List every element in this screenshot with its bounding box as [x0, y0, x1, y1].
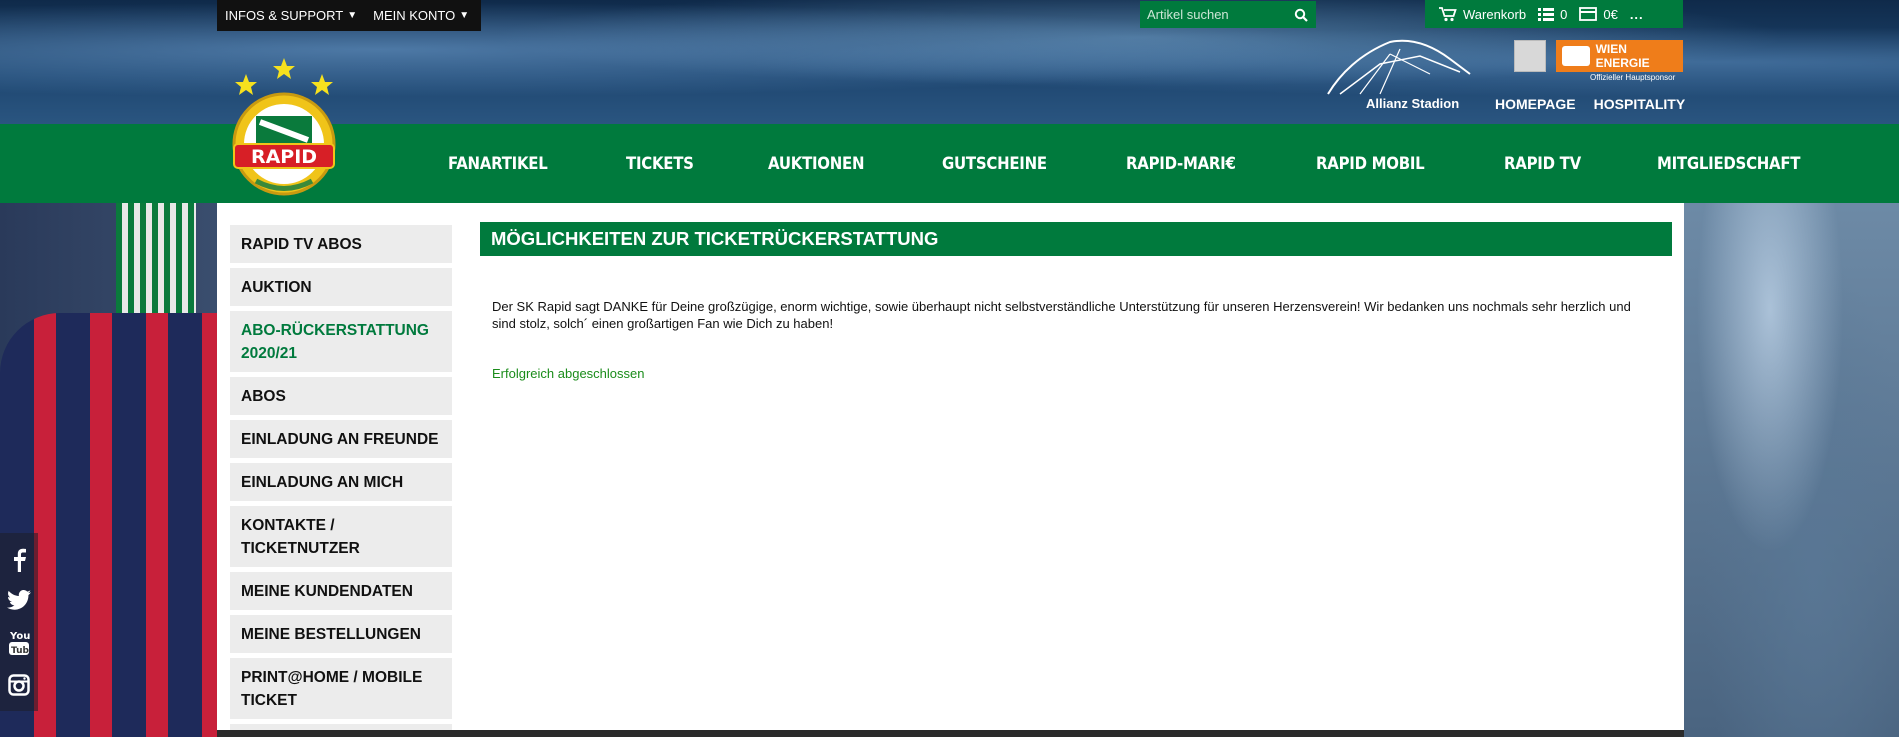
- sidebar-item-auktion[interactable]: AUKTION: [230, 268, 452, 306]
- search-input[interactable]: [1141, 2, 1285, 27]
- sidebar-item-abos[interactable]: ABOS: [230, 377, 452, 415]
- scarf-graphic: [116, 203, 196, 323]
- sponsor-icon[interactable]: [1514, 40, 1546, 72]
- cart-icon: [1439, 6, 1457, 21]
- nav-item-mitgliedschaft[interactable]: MITGLIEDSCHAFT: [1657, 154, 1801, 174]
- sidebar-item-bestellungen[interactable]: MEINE BESTELLUNGEN: [230, 615, 452, 653]
- main-panel: RAPID TV ABOS AUKTION ABO-RÜCKERSTATTUNG…: [217, 203, 1684, 737]
- search-button[interactable]: [1286, 1, 1316, 28]
- cart-items-count[interactable]: 0: [1532, 7, 1573, 22]
- facebook-icon[interactable]: [12, 548, 26, 572]
- mein-konto-menu[interactable]: MEIN KONTO ▼: [365, 0, 477, 31]
- svg-text:You: You: [9, 631, 30, 642]
- sidebar-item-print-at-home[interactable]: PRINT@HOME / MOBILE TICKET: [230, 658, 452, 719]
- social-links: You Tube: [0, 533, 38, 711]
- cart-amount-value: 0€: [1603, 6, 1618, 22]
- cart-bar: Warenkorb 0 0€ ...: [1425, 0, 1683, 28]
- right-background-image: [1684, 203, 1899, 737]
- sidebar-item-rapid-tv-abos[interactable]: RAPID TV ABOS: [230, 225, 452, 263]
- footer-strip: [217, 730, 1684, 737]
- more-label: ...: [1629, 6, 1644, 22]
- search-icon: [1294, 8, 1308, 22]
- nav-item-auktionen[interactable]: AUKTIONEN: [768, 154, 865, 174]
- cart-amount[interactable]: 0€: [1573, 7, 1623, 22]
- sidebar-item-kundendaten[interactable]: MEINE KUNDENDATEN: [230, 572, 452, 610]
- nav-item-tickets[interactable]: TICKETS: [626, 154, 694, 174]
- chevron-down-icon: ▼: [459, 10, 470, 21]
- status-message: Erfolgreich abgeschlossen: [492, 366, 645, 381]
- twitter-icon[interactable]: [7, 590, 31, 610]
- svg-text:Tube: Tube: [11, 646, 30, 656]
- top-links: HOMEPAGE HOSPITALITY: [1495, 96, 1685, 112]
- nav-item-fanartikel[interactable]: FANARTIKEL: [448, 154, 548, 174]
- mein-konto-label: MEIN KONTO: [373, 8, 456, 23]
- sidebar-item-kontakte[interactable]: KONTAKTE / TICKETNUTZER: [230, 506, 452, 567]
- sidebar-item-einladung-an-freunde[interactable]: EINLADUNG AN FREUNDE: [230, 420, 452, 458]
- hospitality-link[interactable]: HOSPITALITY: [1594, 96, 1686, 112]
- wien-energie-icon: [1562, 46, 1590, 66]
- list-icon: [1538, 8, 1555, 21]
- sidebar-item-abo-rueckerstattung[interactable]: ABO-RÜCKERSTATTUNG 2020/21: [230, 311, 452, 372]
- top-account-bar: INFOS & SUPPORT ▼ MEIN KONTO ▼: [217, 0, 481, 31]
- more-menu[interactable]: ...: [1624, 7, 1650, 22]
- youtube-icon[interactable]: You Tube: [8, 628, 30, 656]
- account-sidebar: RAPID TV ABOS AUKTION ABO-RÜCKERSTATTUNG…: [230, 225, 452, 737]
- nav-item-rapid-marie[interactable]: RAPID-MARI€: [1126, 154, 1236, 174]
- nav-item-rapid-tv[interactable]: RAPID TV: [1504, 154, 1581, 174]
- homepage-link[interactable]: HOMEPAGE: [1495, 96, 1576, 112]
- svg-text:RAPID: RAPID: [251, 146, 317, 168]
- cart-label: Warenkorb: [1463, 6, 1527, 22]
- stadion-label: Allianz Stadion: [1366, 96, 1460, 111]
- thank-you-text: Der SK Rapid sagt DANKE für Deine großzü…: [492, 299, 1631, 331]
- chevron-down-icon: ▼: [347, 10, 358, 21]
- cart-link[interactable]: Warenkorb: [1425, 7, 1532, 22]
- nav-item-rapid-mobil[interactable]: RAPID MOBIL: [1316, 154, 1425, 174]
- wien-energie-logo[interactable]: WIEN ENERGIE: [1556, 40, 1683, 72]
- nav-item-gutscheine[interactable]: GUTSCHEINE: [942, 154, 1047, 174]
- instagram-icon[interactable]: [8, 674, 30, 696]
- page-title: MÖGLICHKEITEN ZUR TICKETRÜCKERSTATTUNG: [480, 222, 1672, 256]
- credit-card-icon: [1579, 7, 1598, 21]
- sponsor-subtitle: Offizieller Hauptsponsor: [1590, 73, 1676, 82]
- rapid-logo[interactable]: RAPID: [226, 56, 342, 201]
- content-area: MÖGLICHKEITEN ZUR TICKETRÜCKERSTATTUNG D…: [480, 222, 1672, 381]
- infos-support-menu[interactable]: INFOS & SUPPORT ▼: [217, 0, 365, 31]
- sponsor-name: WIEN ENERGIE: [1595, 42, 1650, 70]
- cart-count: 0: [1560, 6, 1568, 22]
- infos-support-label: INFOS & SUPPORT: [225, 8, 344, 23]
- sidebar-item-einladung-an-mich[interactable]: EINLADUNG AN MICH: [230, 463, 452, 501]
- search-box: [1140, 1, 1316, 28]
